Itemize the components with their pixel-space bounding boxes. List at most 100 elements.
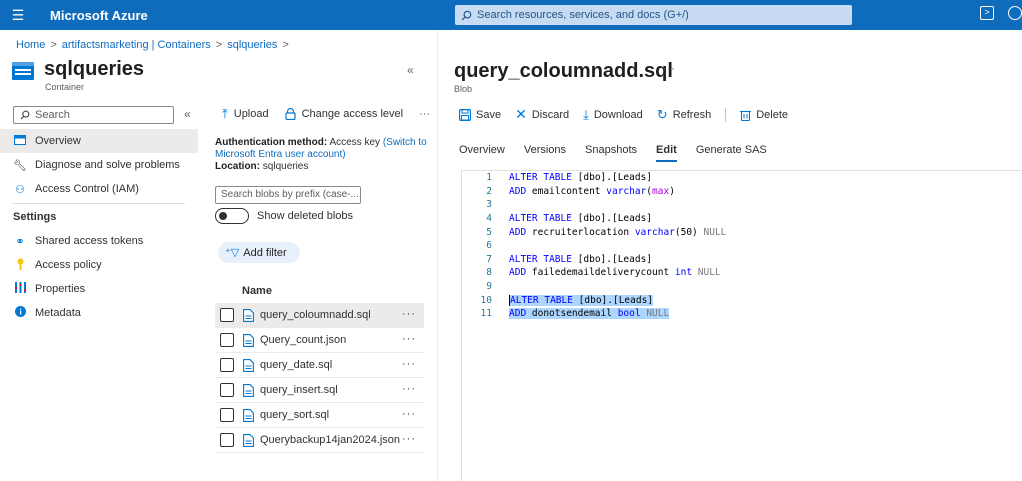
save-button[interactable]: Save	[459, 109, 501, 121]
add-filter-label: Add filter	[243, 246, 287, 259]
toolbar-divider	[725, 107, 727, 122]
code-text[interactable]: ALTER TABLE [dbo].[Leads]	[509, 172, 652, 183]
table-row[interactable]: query_sort.sql ···	[215, 403, 424, 428]
nav-item-label: Properties	[35, 283, 86, 295]
refresh-button[interactable]: ↻ Refresh	[657, 107, 711, 123]
code-text[interactable]: ADD failedemaildeliverycount int NULL	[509, 267, 721, 278]
breadcrumb-container[interactable]: sqlqueries	[227, 39, 277, 51]
search-icon	[20, 110, 30, 120]
blob-more-icon[interactable]: ···	[663, 61, 675, 75]
tab-versions[interactable]: Versions	[524, 144, 566, 162]
nav-item-overview[interactable]: Overview	[0, 129, 198, 153]
nav-item-label: Overview	[35, 135, 81, 147]
row-more-icon[interactable]: ···	[402, 333, 416, 345]
row-checkbox[interactable]	[220, 383, 234, 397]
code-line[interactable]: 5 ADD recruiterlocation varchar(50) NULL	[462, 225, 1022, 239]
table-row[interactable]: Querybackup14jan2024.json ···	[215, 428, 424, 453]
file-name[interactable]: Querybackup14jan2024.json	[260, 434, 400, 446]
line-number: 5	[486, 226, 492, 238]
code-text[interactable]: ALTER TABLE [dbo].[Leads]	[509, 213, 652, 224]
discard-button[interactable]: ✕ Discard	[515, 106, 569, 123]
download-icon: ⤓	[583, 106, 589, 122]
code-line[interactable]: 10 ALTER TABLE [dbo].[Leads]	[462, 293, 1022, 307]
file-name[interactable]: query_insert.sql	[260, 384, 338, 396]
code-text[interactable]: ALTER TABLE [dbo].[Leads]	[509, 254, 652, 265]
table-row[interactable]: query_date.sql ···	[215, 353, 424, 378]
code-line[interactable]: 4 ALTER TABLE [dbo].[Leads]	[462, 212, 1022, 226]
code-line[interactable]: 2 ADD emailcontent varchar(max)	[462, 185, 1022, 199]
file-name[interactable]: query_coloumnadd.sql	[260, 309, 371, 321]
tab-snapshots[interactable]: Snapshots	[585, 144, 637, 162]
table-row[interactable]: query_insert.sql ···	[215, 378, 424, 403]
breadcrumb-home[interactable]: Home	[16, 39, 45, 51]
nav-item-shared-access-tokens[interactable]: ⚭ Shared access tokens	[0, 229, 198, 253]
code-text[interactable]: ALTER TABLE [dbo].[Leads]	[509, 294, 654, 306]
location-label: Location:	[215, 161, 260, 172]
menu-icon[interactable]: ☰	[0, 7, 36, 24]
properties-icon	[13, 282, 27, 296]
row-more-icon[interactable]: ···	[402, 383, 416, 395]
show-deleted-label: Show deleted blobs	[257, 210, 354, 222]
code-line[interactable]: 7 ALTER TABLE [dbo].[Leads]	[462, 253, 1022, 267]
breadcrumb: Home > artifactsmarketing | Containers >…	[16, 39, 289, 51]
nav-item-diagnose[interactable]: 🔧︎ Diagnose and solve problems	[0, 153, 198, 177]
nav-item-metadata[interactable]: Metadata	[0, 301, 198, 325]
nav-item-iam[interactable]: ⚇ Access Control (IAM)	[0, 177, 198, 201]
cloud-shell-icon[interactable]: >	[980, 6, 994, 20]
tab-edit[interactable]: Edit	[656, 144, 677, 162]
row-checkbox[interactable]	[220, 333, 234, 347]
link-icon: ⚭	[15, 235, 25, 248]
file-name[interactable]: Query_count.json	[260, 334, 346, 346]
code-text[interactable]: ADD emailcontent varchar(max)	[509, 186, 675, 197]
auth-method-label: Authentication method:	[215, 137, 328, 148]
row-checkbox[interactable]	[220, 433, 234, 447]
nav-search-input[interactable]: Search	[13, 106, 174, 124]
row-checkbox[interactable]	[220, 308, 234, 322]
container-toolbar: ⤒ Upload Change access level ···	[222, 106, 430, 122]
name-column-header[interactable]: Name	[242, 285, 272, 297]
discard-label: Discard	[531, 108, 570, 121]
code-line[interactable]: 6	[462, 239, 1022, 253]
blob-prefix-search-input[interactable]: Search blobs by prefix (case-...	[215, 186, 361, 204]
refresh-icon: ↻	[656, 106, 668, 122]
nav-item-properties[interactable]: Properties	[0, 277, 198, 301]
file-name[interactable]: query_date.sql	[260, 359, 332, 371]
code-text[interactable]: ADD recruiterlocation varchar(50) NULL	[509, 227, 726, 238]
table-row[interactable]: query_coloumnadd.sql ···	[215, 303, 424, 328]
row-checkbox[interactable]	[220, 408, 234, 422]
line-number: 11	[480, 308, 492, 320]
code-line[interactable]: 11 ADD donotsendemail bool NULL	[462, 307, 1022, 321]
settings-heading: Settings	[13, 203, 185, 229]
global-search-input[interactable]: Search resources, services, and docs (G+…	[455, 5, 852, 25]
blob-subtitle: Blob	[454, 84, 473, 94]
row-checkbox[interactable]	[220, 358, 234, 372]
more-icon: ···	[419, 108, 431, 120]
change-access-level-button[interactable]: Change access level	[285, 108, 403, 120]
more-actions-button[interactable]: ···	[419, 108, 430, 120]
add-filter-button[interactable]: ⁺▽ Add filter	[218, 242, 300, 263]
tab-generate-sas[interactable]: Generate SAS	[696, 144, 767, 162]
code-editor[interactable]: 1 ALTER TABLE [dbo].[Leads] 2 ADD emailcont…	[461, 170, 1022, 481]
collapse-panel-icon[interactable]: «	[407, 63, 414, 77]
download-button[interactable]: ⤓ Download	[583, 107, 643, 123]
code-line[interactable]: 9	[462, 280, 1022, 294]
show-deleted-toggle[interactable]	[215, 208, 249, 224]
code-line[interactable]: 1 ALTER TABLE [dbo].[Leads]	[462, 171, 1022, 185]
settings-icon[interactable]	[1008, 6, 1022, 20]
delete-button[interactable]: Delete	[740, 109, 788, 121]
table-row[interactable]: Query_count.json ···	[215, 328, 424, 353]
row-more-icon[interactable]: ···	[402, 358, 416, 370]
brand-title[interactable]: Microsoft Azure	[50, 8, 148, 23]
upload-button[interactable]: ⤒ Upload	[222, 106, 269, 122]
row-more-icon[interactable]: ···	[402, 408, 416, 420]
breadcrumb-storage-account[interactable]: artifactsmarketing | Containers	[62, 39, 211, 51]
file-name[interactable]: query_sort.sql	[260, 409, 329, 421]
collapse-nav-icon[interactable]: «	[184, 107, 191, 121]
code-line[interactable]: 8 ADD failedemaildeliverycount int NULL	[462, 266, 1022, 280]
code-line[interactable]: 3	[462, 198, 1022, 212]
row-more-icon[interactable]: ···	[402, 308, 416, 320]
row-more-icon[interactable]: ···	[402, 433, 416, 445]
tab-overview[interactable]: Overview	[459, 144, 505, 162]
nav-item-access-policy[interactable]: Access policy	[0, 253, 198, 277]
code-text[interactable]: ADD donotsendemail bool NULL	[509, 308, 670, 320]
